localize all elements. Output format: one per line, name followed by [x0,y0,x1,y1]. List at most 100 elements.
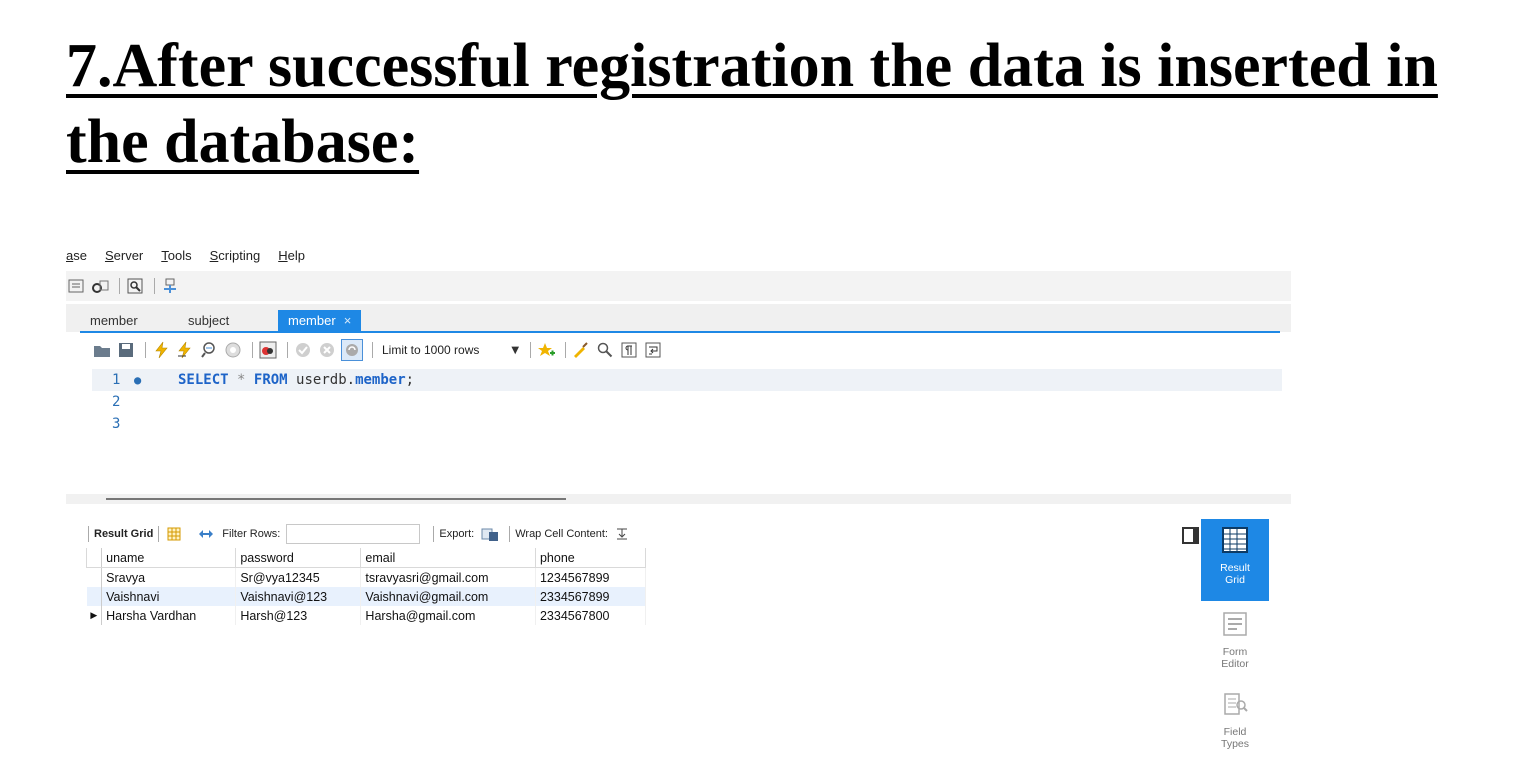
cell-email[interactable]: Harsha@gmail.com [360,606,536,625]
result-grid-icon [1222,527,1248,553]
column-header-email[interactable]: email [360,548,536,568]
table-row[interactable]: Sravya Sr@vya12345 tsravyasri@gmail.com … [86,567,647,587]
cell-phone[interactable]: 2334567800 [535,606,647,625]
rollback-icon[interactable] [317,340,337,360]
sql-editor[interactable]: 1 ● SELECT * FROM userdb.member; 2 3 [92,367,1282,493]
beautify-icon[interactable] [571,340,591,360]
row-marker [86,587,103,606]
cell-password[interactable]: Sr@vya12345 [235,567,362,587]
row-marker [86,567,103,587]
result-toolbar: Result Grid Filter Rows: Export: Wrap Ce… [88,522,1198,546]
wrap-cell-icon[interactable] [612,524,632,544]
toolbar-separator [530,342,532,358]
toolbar-separator [119,278,120,294]
cell-phone[interactable]: 2334567899 [535,587,647,606]
autocommit-icon[interactable] [341,339,363,361]
search-table-icon[interactable] [125,276,145,296]
open-folder-icon[interactable] [92,340,112,360]
toggle-side-panel-icon[interactable] [1182,527,1199,544]
filter-rows-input[interactable] [286,524,421,544]
add-snippet-icon[interactable] [536,340,556,360]
field-types-icon [1224,693,1248,715]
toolbar-separator [509,526,511,542]
toolbar-separator [433,526,435,542]
find-icon[interactable] [595,340,615,360]
toolbar-separator [252,342,253,358]
stop-on-error-icon[interactable] [258,340,278,360]
execute-icon[interactable] [151,340,171,360]
limit-rows-select[interactable]: Limit to 1000 rows [382,343,479,357]
query-tab-bar: member subject member × [66,304,1291,332]
chevron-down-icon[interactable]: ▼ [511,345,519,356]
tab-underline [80,331,1280,333]
menu-server[interactable]: Server [105,248,143,263]
tab-subject[interactable]: subject [178,310,239,332]
toolbar-separator [565,342,567,358]
menu-tools[interactable]: Tools [161,248,191,263]
cell-password[interactable]: Vaishnavi@123 [235,587,362,606]
invisible-chars-icon[interactable] [619,340,639,360]
save-icon[interactable] [116,340,136,360]
query-toolbar: Limit to 1000 rows ▼ [92,337,1282,363]
toolbar-separator [154,278,155,294]
wrap-lines-icon[interactable] [643,340,663,360]
side-result-grid-label: Result Grid [1220,562,1250,586]
cell-phone[interactable]: 1234567899 [535,567,647,587]
toolbar-separator [287,342,288,358]
sql-script-icon[interactable] [90,276,110,296]
cell-password[interactable]: Harsh@123 [235,606,362,625]
wrap-cell-label: Wrap Cell Content: [515,528,608,540]
column-header-uname[interactable]: uname [101,548,237,568]
sql-statement: SELECT * FROM userdb.member; [178,369,414,391]
editor-scrollbar[interactable] [106,498,566,500]
editor-line: 1 ● SELECT * FROM userdb.member; [92,369,1282,391]
execute-current-icon[interactable] [175,340,195,360]
menu-help[interactable]: Help [278,248,305,263]
side-field-types-label: Field Types [1220,726,1249,750]
table-row[interactable]: ▶ Harsha Vardhan Harsh@123 Harsha@gmail.… [86,606,647,625]
page-heading: 7.After successful registration the data… [66,32,1438,176]
toolbar-separator [158,526,160,542]
current-row-arrow-icon: ▶ [86,606,103,625]
close-icon[interactable]: × [344,313,352,328]
toolbar-separator [145,342,146,358]
reconnect-icon[interactable] [160,276,180,296]
table-row[interactable]: Vaishnavi Vaishnavi@123 Vaishnavi@gmail.… [86,587,647,606]
statement-marker-icon: ● [134,373,142,387]
side-form-editor-button[interactable]: Form Editor [1201,603,1269,683]
row-marker-header [85,548,103,568]
result-grid-label[interactable]: Result Grid [94,528,153,540]
cell-email[interactable]: Vaishnavi@gmail.com [360,587,536,606]
export-label: Export: [439,528,475,540]
schema-inspector-icon[interactable] [66,276,86,296]
editor-line: 3 [92,413,1282,435]
line-number: 2 [112,394,121,410]
stop-icon[interactable] [223,340,243,360]
explain-icon[interactable] [199,340,219,360]
menu-database[interactable]: ase [66,248,87,263]
sql-keyword: SELECT [178,372,229,388]
tab-member[interactable]: member [80,310,148,332]
workbench-window: ase Server Tools Scripting Help member s… [66,241,1291,771]
column-header-phone[interactable]: phone [534,548,647,568]
line-number: 3 [112,416,121,432]
cell-uname[interactable]: Harsha Vardhan [101,606,237,625]
result-side-panel: Result Grid Form Editor Field Types [1201,519,1269,769]
cell-email[interactable]: tsravyasri@gmail.com [360,567,536,587]
cell-uname[interactable]: Vaishnavi [101,587,237,606]
column-header-password[interactable]: password [235,548,362,568]
refresh-arrows-icon[interactable] [196,524,216,544]
cell-uname[interactable]: Sravya [101,567,237,587]
grid-layout-icon[interactable] [164,524,184,544]
commit-icon[interactable] [293,340,313,360]
side-result-grid-button[interactable]: Result Grid [1201,519,1269,601]
export-icon[interactable] [480,524,500,544]
side-field-types-button[interactable]: Field Types [1201,683,1269,763]
sql-semicolon: ; [405,372,415,388]
tab-member-active[interactable]: member × [278,310,362,332]
sql-star: * [237,372,246,388]
form-editor-icon [1223,612,1247,636]
menu-scripting[interactable]: Scripting [210,248,261,263]
menu-bar: ase Server Tools Scripting Help [66,241,1291,269]
sql-keyword: FROM [253,372,288,388]
